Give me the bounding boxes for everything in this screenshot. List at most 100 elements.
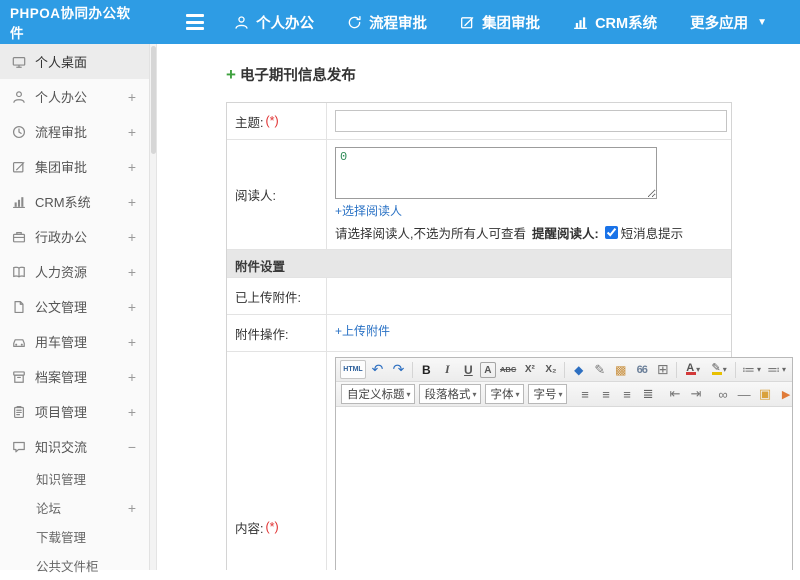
undo-button[interactable]: ↶ (368, 360, 387, 379)
format-painter-button[interactable]: ✎ (590, 360, 609, 379)
readers-label: 阅读人: (227, 140, 327, 249)
sidebar-scrollbar[interactable] (150, 44, 157, 570)
unordered-list-button[interactable]: ≔ ▾ (740, 360, 763, 379)
highlight-color-button[interactable]: ✎ ▾ (707, 360, 731, 379)
blockquote-button[interactable]: 66 (632, 360, 651, 379)
align-justify-button[interactable]: ≣ (639, 385, 658, 404)
expand-icon[interactable]: + (128, 369, 136, 385)
expand-icon[interactable]: + (128, 404, 136, 420)
clock-icon (12, 125, 26, 139)
refresh-cycle-icon (347, 15, 362, 30)
insert-table-button[interactable]: ⊞ (653, 360, 672, 379)
paragraph-format-select[interactable]: 段落格式 ▾ (419, 384, 481, 404)
sidebar-item-document-management[interactable]: 公文管理 + (0, 289, 149, 324)
strikethrough-button[interactable]: ABC (498, 360, 519, 379)
font-family-select[interactable]: 字体 ▾ (485, 384, 524, 404)
edit-square-icon (460, 15, 475, 30)
underline-button[interactable]: U (459, 360, 478, 379)
subject-label: 主题: (*) (227, 103, 327, 139)
chevron-down-icon: ▾ (782, 365, 786, 374)
expand-icon[interactable]: + (128, 159, 136, 175)
superscript-button[interactable]: X² (520, 360, 539, 379)
custom-heading-select[interactable]: 自定义标题 ▾ (341, 384, 415, 404)
sms-notify-option[interactable]: 短消息提示 (605, 223, 684, 242)
topnav-label: 个人办公 (256, 12, 314, 33)
rich-text-editor: HTML ↶ ↷ B I U A ABC X² X₂ ◆ ✎ (335, 357, 793, 570)
sidebar-subitem-download-management[interactable]: 下载管理 (0, 522, 149, 551)
topnav-more-apps[interactable]: 更多应用 ▼ (690, 12, 767, 33)
topnav-process-approval[interactable]: 流程审批 (347, 12, 427, 33)
readers-textarea[interactable]: 0 (335, 147, 657, 199)
align-left-button[interactable]: ≡ (576, 385, 595, 404)
sidebar-item-human-resources[interactable]: 人力资源 + (0, 254, 149, 289)
expand-icon[interactable]: + (128, 89, 136, 105)
italic-button[interactable]: I (438, 360, 457, 379)
font-color-button[interactable]: A ▾ (681, 360, 705, 379)
menu-toggle-button[interactable] (186, 14, 204, 30)
sidebar-subitem-label: 公共文件柜 (36, 556, 99, 575)
sidebar-item-label: CRM系统 (35, 192, 91, 211)
choose-readers-link[interactable]: +选择阅读人 (335, 204, 402, 218)
redo-button[interactable]: ↷ (389, 360, 408, 379)
ordered-list-button[interactable]: ≕ ▾ (765, 360, 788, 379)
attachment-ops-label: 附件操作: (227, 315, 327, 351)
remove-format-button[interactable]: ◆ (569, 360, 588, 379)
sidebar-item-process-approval[interactable]: 流程审批 + (0, 114, 149, 149)
bold-button[interactable]: B (417, 360, 436, 379)
font-size-select[interactable]: 字号 ▾ (528, 384, 567, 404)
topnav-personal-office[interactable]: 个人办公 (234, 12, 314, 33)
expand-icon[interactable]: + (128, 299, 136, 315)
sidebar-item-project-management[interactable]: 项目管理 + (0, 394, 149, 429)
readers-hint-text: 请选择阅读人,不选为所有人可查看 (335, 223, 526, 242)
source-code-button[interactable]: HTML (340, 360, 366, 379)
expand-icon[interactable]: + (128, 194, 136, 210)
collapse-icon[interactable]: − (128, 439, 136, 455)
horizontal-rule-button[interactable]: — (735, 385, 754, 404)
sidebar-item-group-approval[interactable]: 集团审批 + (0, 149, 149, 184)
sidebar-subitem-forum[interactable]: 论坛 + (0, 493, 149, 522)
sidebar-subitem-knowledge-management[interactable]: 知识管理 (0, 464, 149, 493)
scrollbar-thumb[interactable] (151, 46, 156, 154)
insert-image-button[interactable]: ▣ (756, 385, 775, 404)
expand-icon[interactable]: + (128, 124, 136, 140)
align-right-button[interactable]: ≡ (618, 385, 637, 404)
sidebar-item-admin-office[interactable]: 行政办公 + (0, 219, 149, 254)
indent-button[interactable]: ⇥ (687, 385, 706, 404)
topnav-crm-system[interactable]: CRM系统 (573, 12, 657, 33)
upload-attachment-link[interactable]: +上传附件 (335, 324, 390, 338)
chevron-down-icon: ▾ (516, 390, 520, 399)
expand-icon[interactable]: + (128, 334, 136, 350)
sidebar-item-personal-office[interactable]: 个人办公 + (0, 79, 149, 114)
insert-media-button[interactable]: ▶ (777, 385, 796, 404)
align-center-button[interactable]: ≡ (597, 385, 616, 404)
sidebar-subitem-public-file-cabinet[interactable]: 公共文件柜 (0, 551, 149, 580)
form-row-attachment-ops: 附件操作: +上传附件 (227, 315, 731, 352)
sidebar-item-label: 项目管理 (35, 402, 87, 421)
person-icon (234, 15, 249, 30)
sidebar-item-label: 个人办公 (35, 87, 87, 106)
editor-content-area[interactable] (336, 407, 792, 570)
sidebar-item-knowledge-exchange[interactable]: 知识交流 − (0, 429, 149, 464)
sidebar-item-crm-system[interactable]: CRM系统 + (0, 184, 149, 219)
sidebar-item-archive-management[interactable]: 档案管理 + (0, 359, 149, 394)
text-format-button[interactable]: A (480, 362, 496, 378)
expand-icon[interactable]: + (128, 264, 136, 280)
topnav-label: 更多应用 (690, 12, 748, 33)
subscript-button[interactable]: X₂ (541, 360, 560, 379)
sidebar-item-personal-desktop[interactable]: 个人桌面 (0, 44, 149, 79)
clear-style-button[interactable]: ▩ (611, 360, 630, 379)
insert-link-button[interactable]: ∞ (714, 385, 733, 404)
sidebar-item-label: 个人桌面 (35, 52, 87, 71)
topnav-label: 流程审批 (369, 12, 427, 33)
sidebar-item-label: 流程审批 (35, 122, 87, 141)
form-row-uploaded-attachments: 已上传附件: (227, 278, 731, 315)
sidebar: 个人桌面 个人办公 + 流程审批 + 集团审批 + CRM系统 + 行政办公 +… (0, 44, 150, 570)
outdent-button[interactable]: ⇤ (666, 385, 685, 404)
topnav-group-approval[interactable]: 集团审批 (460, 12, 540, 33)
sms-notify-checkbox[interactable] (605, 226, 618, 239)
expand-icon[interactable]: + (128, 500, 136, 516)
expand-icon[interactable]: + (128, 229, 136, 245)
subject-input[interactable] (335, 110, 727, 132)
remind-readers-label: 提醒阅读人: (532, 223, 599, 242)
sidebar-item-vehicle-management[interactable]: 用车管理 + (0, 324, 149, 359)
